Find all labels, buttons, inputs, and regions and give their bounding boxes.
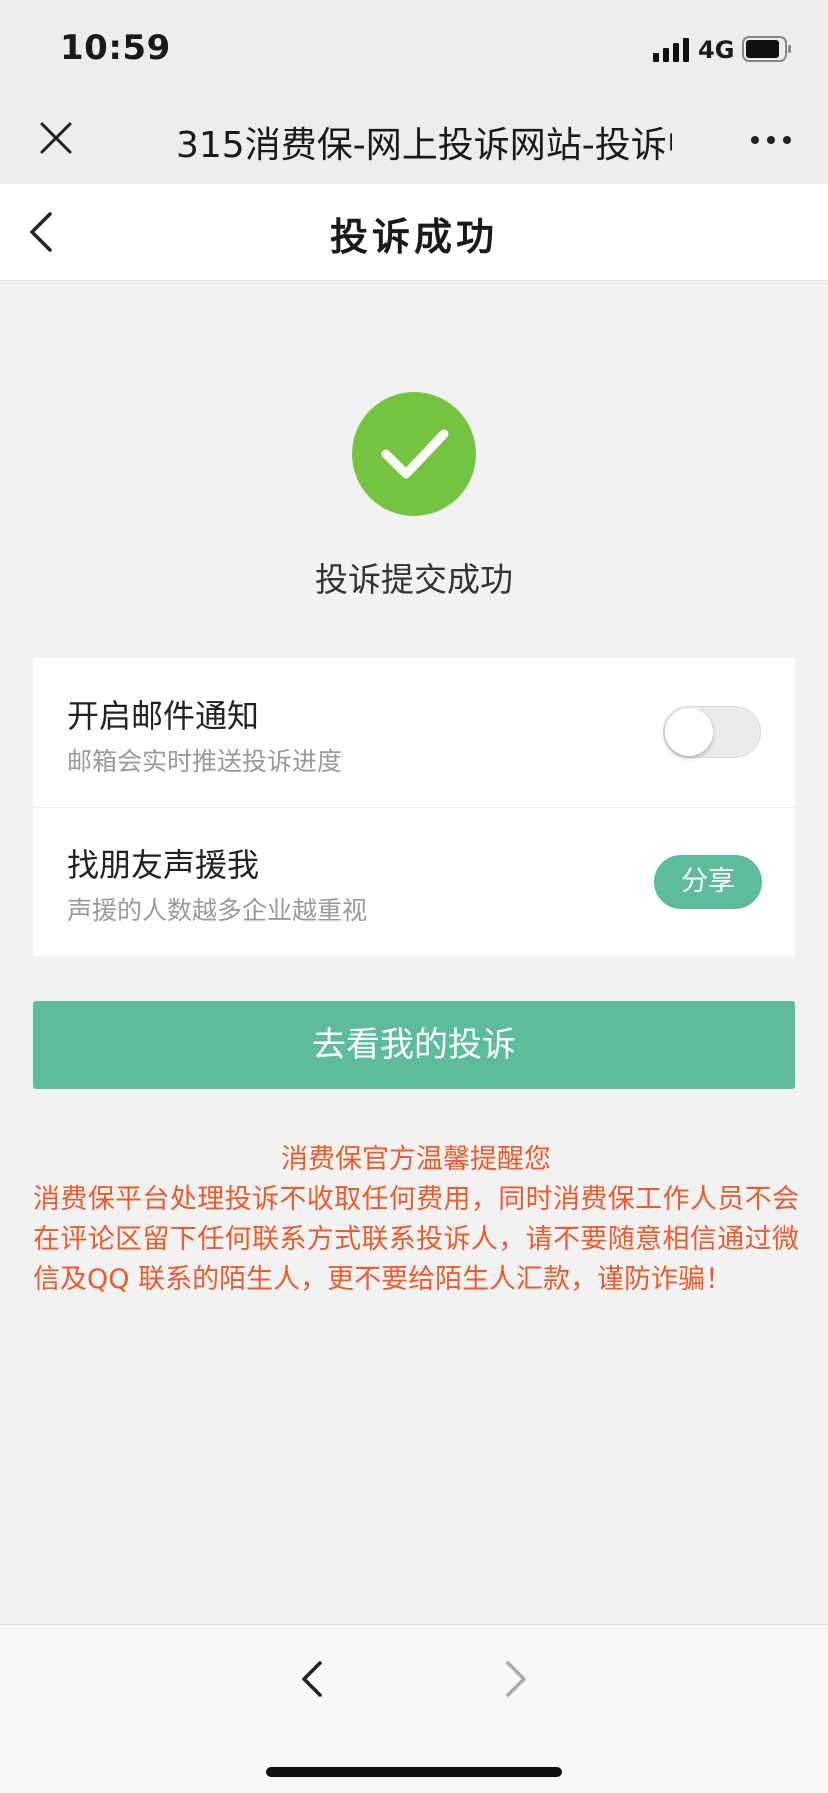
page-header: 投诉成功 <box>0 184 828 281</box>
more-icon[interactable] <box>746 120 796 160</box>
nav-back-icon[interactable] <box>296 1655 328 1703</box>
share-support-row: 找朋友声援我 声援的人数越多企业越重视 分享 <box>33 807 795 956</box>
toggle-knob <box>665 708 713 756</box>
battery-icon <box>742 36 791 62</box>
share-support-subtitle: 声援的人数越多企业越重视 <box>67 896 368 925</box>
success-check-icon <box>352 392 476 516</box>
page-title: 投诉成功 <box>329 215 498 259</box>
network-type: 4G <box>698 36 735 64</box>
browser-bottom-bar <box>0 1624 828 1793</box>
email-notification-subtitle: 邮箱会实时推送投诉进度 <box>67 747 343 776</box>
share-support-title: 找朋友声援我 <box>67 846 260 884</box>
signal-icon <box>653 38 689 62</box>
notice-title: 消费保官方温馨提醒您 <box>281 1144 551 1175</box>
official-notice: 消费保官方温馨提醒您 消费保平台处理投诉不收取任何费用，同时消费保工作人员不会在… <box>33 1140 799 1300</box>
nav-forward-icon[interactable] <box>500 1655 532 1703</box>
success-message: 投诉提交成功 <box>315 560 513 599</box>
notice-body: 消费保平台处理投诉不收取任何费用，同时消费保工作人员不会在评论区留下任何联系方式… <box>33 1184 799 1295</box>
email-notification-toggle[interactable] <box>663 706 761 758</box>
status-bar: 10:59 4G <box>0 0 828 96</box>
status-time: 10:59 <box>60 28 171 68</box>
browser-page-title: 315消费保-网上投诉网站-投诉中 <box>176 125 672 164</box>
browser-title-bar: 315消费保-网上投诉网站-投诉中 <box>0 96 828 184</box>
share-button[interactable]: 分享 <box>654 855 762 909</box>
close-icon[interactable] <box>34 116 78 160</box>
options-card: 开启邮件通知 邮箱会实时推送投诉进度 找朋友声援我 声援的人数越多企业越重视 分… <box>33 658 795 956</box>
email-notification-row: 开启邮件通知 邮箱会实时推送投诉进度 <box>33 658 795 808</box>
home-indicator <box>266 1767 562 1777</box>
view-my-complaint-button[interactable]: 去看我的投诉 <box>33 1001 795 1089</box>
email-notification-title: 开启邮件通知 <box>67 697 260 735</box>
